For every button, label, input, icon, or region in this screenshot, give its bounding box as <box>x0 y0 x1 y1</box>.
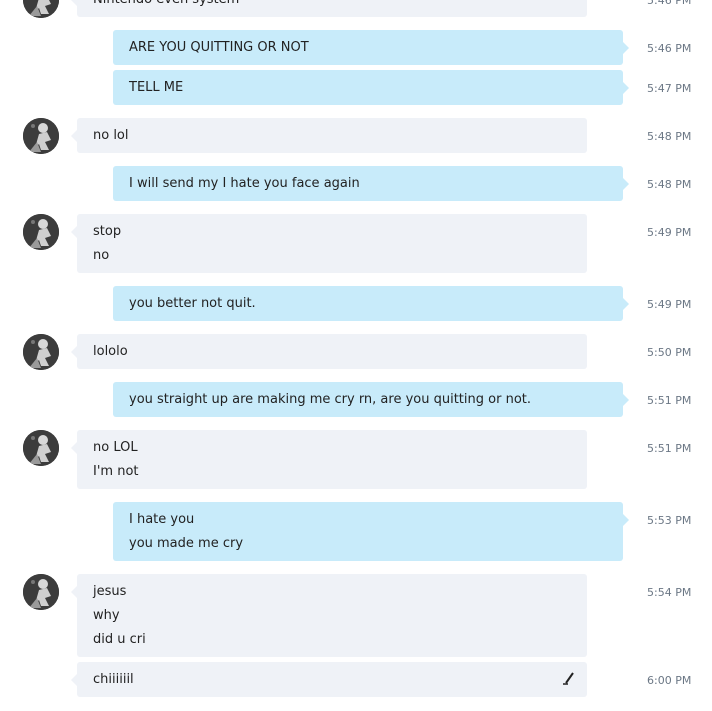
message-text: you straight up are making me cry rn, ar… <box>129 392 531 407</box>
message-text: no LOL <box>93 440 138 455</box>
avatar[interactable] <box>23 214 59 250</box>
edit-pencil-icon <box>563 671 575 689</box>
message-timestamp: 5:53 PM <box>647 514 692 527</box>
message-timestamp: 5:47 PM <box>647 82 692 95</box>
avatar[interactable] <box>23 118 59 154</box>
message-text: you made me cry <box>129 536 244 551</box>
message-text: you better not quit. <box>129 296 256 311</box>
message-text: did u cri <box>93 632 146 647</box>
message-timestamp: 5:46 PM <box>647 0 692 7</box>
outgoing-message-bubble[interactable]: you better not quit. <box>113 286 629 321</box>
incoming-message-bubble[interactable]: stop no <box>71 214 587 273</box>
outgoing-message-bubble[interactable]: TELL ME <box>113 70 629 105</box>
message-text: TELL ME <box>129 80 184 95</box>
message-text: I hate you <box>129 512 195 527</box>
message-text: ARE YOU QUITTING OR NOT <box>129 40 309 55</box>
message-text: I'm not <box>93 464 139 479</box>
incoming-message-bubble[interactable]: lololo <box>71 334 587 369</box>
incoming-message-bubble[interactable]: chiiiiiil <box>71 662 587 697</box>
message-text: stop <box>93 224 122 239</box>
message-timestamp: 5:46 PM <box>647 42 692 55</box>
message-timestamp: 5:48 PM <box>647 178 692 191</box>
message-timestamp: 5:49 PM <box>647 226 692 239</box>
chat-conversation: Nintendo even system 5:46 PM ARE YOU QUITT… <box>0 0 712 711</box>
incoming-message-bubble[interactable]: no lol <box>71 118 587 153</box>
message-timestamp: 5:51 PM <box>647 442 692 455</box>
message-text: Nintendo even system <box>93 0 571 12</box>
message-timestamp: 5:54 PM <box>647 586 692 599</box>
message-timestamp: 5:49 PM <box>647 298 692 311</box>
message-text: why <box>93 608 120 623</box>
incoming-message-bubble[interactable]: jesus why did u cri <box>71 574 587 657</box>
outgoing-message-bubble[interactable]: I will send my I hate you face again <box>113 166 629 201</box>
avatar[interactable] <box>23 334 59 370</box>
message-timestamp: 6:00 PM <box>647 674 692 687</box>
avatar[interactable] <box>23 430 59 466</box>
message-timestamp: 5:50 PM <box>647 346 692 359</box>
message-timestamp: 5:48 PM <box>647 130 692 143</box>
message-text: lololo <box>93 344 128 359</box>
avatar[interactable] <box>23 574 59 610</box>
message-text: chiiiiiil <box>93 672 134 687</box>
avatar[interactable] <box>23 0 59 18</box>
message-text: no lol <box>93 128 129 143</box>
message-timestamp: 5:51 PM <box>647 394 692 407</box>
incoming-message-bubble[interactable]: Nintendo even system <box>71 0 587 17</box>
message-text: no <box>93 248 110 263</box>
message-text: jesus <box>93 584 127 599</box>
incoming-message-bubble[interactable]: no LOL I'm not <box>71 430 587 489</box>
message-text: I will send my I hate you face again <box>129 176 360 191</box>
outgoing-message-bubble[interactable]: you straight up are making me cry rn, ar… <box>113 382 629 417</box>
outgoing-message-bubble[interactable]: ARE YOU QUITTING OR NOT <box>113 30 629 65</box>
outgoing-message-bubble[interactable]: I hate you you made me cry <box>113 502 629 561</box>
